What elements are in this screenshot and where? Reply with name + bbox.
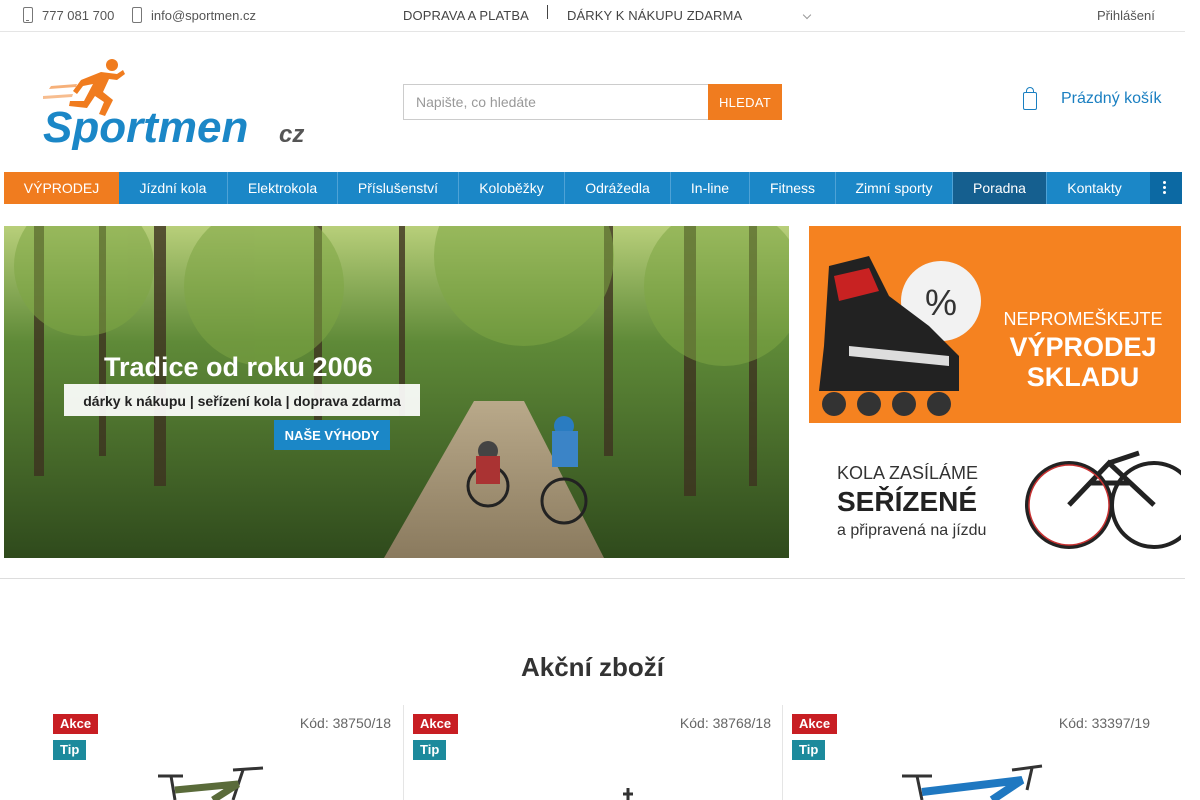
hero-cta-button[interactable]: NAŠE VÝHODY	[285, 428, 380, 443]
promo-setup-line1: KOLA ZASÍLÁME	[837, 463, 978, 483]
mail-icon	[132, 7, 142, 23]
tip-badge: Tip	[413, 740, 447, 760]
search-button[interactable]: HLEDAT	[708, 84, 782, 120]
nav-item-prislusenstvi[interactable]: Příslušenství	[338, 172, 459, 204]
nav-item-jizdni-kola[interactable]: Jízdní kola	[119, 172, 228, 204]
tip-badge: Tip	[53, 740, 87, 760]
nav-item-elektrokola[interactable]: Elektrokola	[228, 172, 338, 204]
chevron-down-icon[interactable]	[802, 10, 812, 20]
hero-subline: dárky k nákupu | seřízení kola | doprava…	[83, 393, 401, 409]
shopping-bag-icon	[1023, 87, 1037, 110]
email-contact[interactable]: info@sportmen.cz	[132, 7, 256, 23]
promo-sale-image: % NEPROMEŠKEJTE VÝPRODEJ SKLADU	[809, 226, 1181, 423]
main-navigation: VÝPRODEJ Jízdní kola Elektrokola Přísluš…	[4, 172, 1182, 204]
nav-item-kontakty[interactable]: Kontakty	[1047, 172, 1142, 204]
login-link[interactable]: Přihlášení	[1097, 8, 1155, 23]
section-divider	[0, 578, 1185, 579]
link-separator	[547, 5, 548, 19]
phone-icon	[23, 7, 33, 23]
nav-item-fitness[interactable]: Fitness	[750, 172, 836, 204]
promo-setup-image: KOLA ZASÍLÁME SEŘÍZENÉ a připravená na j…	[809, 443, 1181, 558]
percent-icon: %	[925, 282, 957, 323]
top-bar: 777 081 700 info@sportmen.cz DOPRAVA A P…	[0, 0, 1185, 32]
logo-graphic: Sportmen cz	[43, 59, 304, 152]
nav-item-in-line[interactable]: In-line	[671, 172, 750, 204]
search-input[interactable]	[403, 84, 709, 120]
nav-item-odrazedla[interactable]: Odrážedla	[565, 172, 671, 204]
sale-badge: Akce	[413, 714, 459, 734]
link-free-gifts[interactable]: DÁRKY K NÁKUPU ZDARMA	[567, 8, 742, 23]
nav-item-poradna[interactable]: Poradna	[953, 172, 1047, 204]
product-card[interactable]: Akce Tip Kód: 38750/18	[23, 705, 402, 800]
phone-number[interactable]: 777 081 700	[42, 8, 114, 23]
more-vertical-icon	[1163, 181, 1167, 195]
sale-badge: Akce	[53, 714, 99, 734]
link-shipping-payment[interactable]: DOPRAVA A PLATBA	[403, 8, 529, 23]
product-code: Kód: 38750/18	[299, 715, 391, 731]
logo-suffix: cz	[279, 121, 304, 148]
promo-banner-sale[interactable]: % NEPROMEŠKEJTE VÝPRODEJ SKLADU	[809, 226, 1181, 423]
product-code: Kód: 38768/18	[679, 715, 771, 731]
tip-badge: Tip	[792, 740, 826, 760]
promo-sale-line2: VÝPRODEJ	[1009, 331, 1156, 362]
site-logo[interactable]: Sportmen cz	[43, 56, 315, 152]
card-divider	[403, 705, 404, 800]
logo-wordmark: Sportmen	[43, 103, 248, 150]
section-title: Akční zboží	[520, 652, 664, 682]
card-divider	[782, 705, 783, 800]
nav-item-kolobezky[interactable]: Koloběžky	[459, 172, 565, 204]
promo-sale-line1: NEPROMEŠKEJTE	[1003, 308, 1162, 329]
more-menu-button[interactable]	[1150, 172, 1182, 204]
product-image[interactable]	[892, 760, 1092, 800]
nav-item-zimni-sporty[interactable]: Zimní sporty	[836, 172, 953, 204]
product-card[interactable]: Akce Tip Kód: 38768/18	[403, 705, 782, 800]
hero-banner[interactable]: Tradice od roku 2006 dárky k nákupu | se…	[4, 226, 789, 558]
product-image[interactable]	[113, 760, 313, 800]
search-form: HLEDAT	[403, 84, 782, 120]
sale-badge: Akce	[792, 714, 838, 734]
promo-sale-line3: SKLADU	[1027, 362, 1140, 392]
nav-item-vyprodej[interactable]: VÝPRODEJ	[4, 172, 119, 204]
cart-label[interactable]: Prázdný košík	[1061, 90, 1161, 108]
promo-setup-line2: SEŘÍZENÉ	[837, 486, 977, 517]
promo-banner-setup[interactable]: KOLA ZASÍLÁME SEŘÍZENÉ a připravená na j…	[809, 443, 1181, 558]
phone-contact[interactable]: 777 081 700	[23, 7, 114, 23]
email-address[interactable]: info@sportmen.cz	[151, 8, 256, 23]
hero-image: Tradice od roku 2006 dárky k nákupu | se…	[4, 226, 789, 558]
hero-headline: Tradice od roku 2006	[104, 352, 373, 382]
product-card[interactable]: Akce Tip Kód: 33397/19	[782, 705, 1161, 800]
cart-link[interactable]: Prázdný košík	[1023, 87, 1161, 110]
product-image[interactable]	[523, 760, 723, 800]
promo-setup-line3: a připravená na jízdu	[837, 522, 986, 539]
product-code: Kód: 33397/19	[1058, 715, 1150, 731]
